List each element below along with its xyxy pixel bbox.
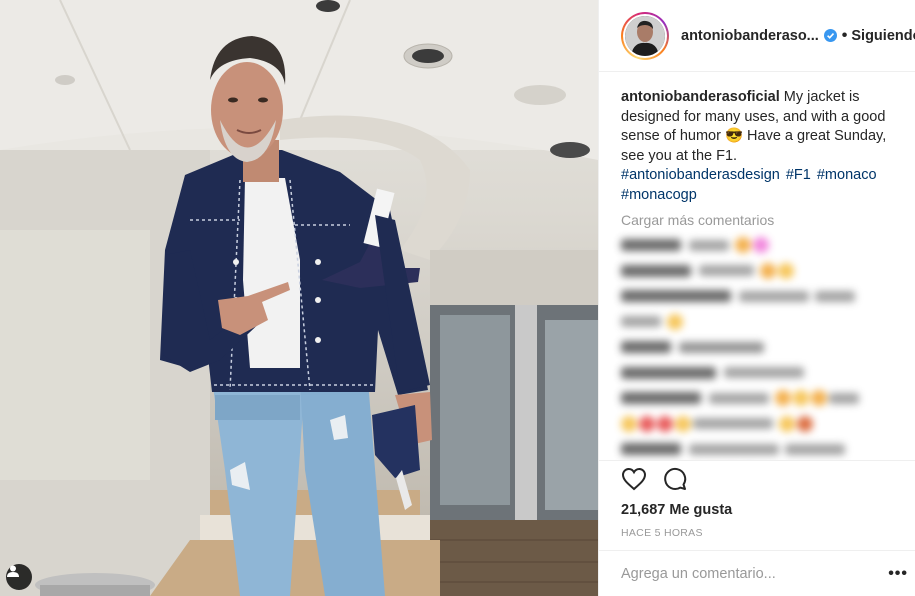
likes-count[interactable]: 21,687 Me gusta xyxy=(621,502,915,518)
caption: antoniobanderasoficial My jacket is desig… xyxy=(621,88,897,166)
comment-button[interactable] xyxy=(663,467,687,496)
list-item xyxy=(621,415,897,433)
avatar-image xyxy=(625,15,665,56)
story-ring[interactable] xyxy=(621,11,669,60)
comment-bubble-icon xyxy=(664,467,687,490)
following-button[interactable]: Siguiendo xyxy=(851,28,915,44)
blurred-comments xyxy=(621,236,897,460)
post-sidebar: antoniobanderaso... • Siguiendo antoniob… xyxy=(598,0,915,596)
user-tag-icon xyxy=(7,565,19,577)
header-separator: • xyxy=(841,26,848,44)
photo-illustration xyxy=(0,0,598,596)
comment-input[interactable] xyxy=(621,565,861,582)
caption-username-link[interactable]: antoniobanderasoficial xyxy=(621,89,780,105)
comments-section: antoniobanderasoficial My jacket is desig… xyxy=(599,72,915,460)
list-item xyxy=(621,364,897,382)
list-item xyxy=(621,262,897,280)
caption-hashtags[interactable]: #antoniobanderasdesign #F1 #monaco #mona… xyxy=(621,166,897,205)
list-item xyxy=(621,440,897,458)
user-tag-button[interactable] xyxy=(6,564,32,590)
header-username-link[interactable]: antoniobanderaso... xyxy=(681,28,819,44)
list-item xyxy=(621,389,897,407)
add-comment-bar: ••• xyxy=(599,550,915,596)
list-item xyxy=(621,313,897,331)
list-item xyxy=(621,338,897,356)
load-more-comments-button[interactable]: Cargar más comentarios xyxy=(621,212,897,228)
post-actions: 21,687 Me gusta HACE 5 HORAS xyxy=(599,460,915,539)
post-timestamp[interactable]: HACE 5 HORAS xyxy=(621,527,915,539)
avatar[interactable] xyxy=(625,15,665,56)
like-button[interactable] xyxy=(621,467,647,496)
post-header: antoniobanderaso... • Siguiendo xyxy=(599,0,915,72)
post-photo[interactable] xyxy=(0,0,598,596)
more-options-button[interactable]: ••• xyxy=(888,565,908,583)
list-item xyxy=(621,287,897,305)
list-item xyxy=(621,236,897,254)
heart-icon xyxy=(621,467,647,490)
verified-badge-icon xyxy=(823,29,837,42)
